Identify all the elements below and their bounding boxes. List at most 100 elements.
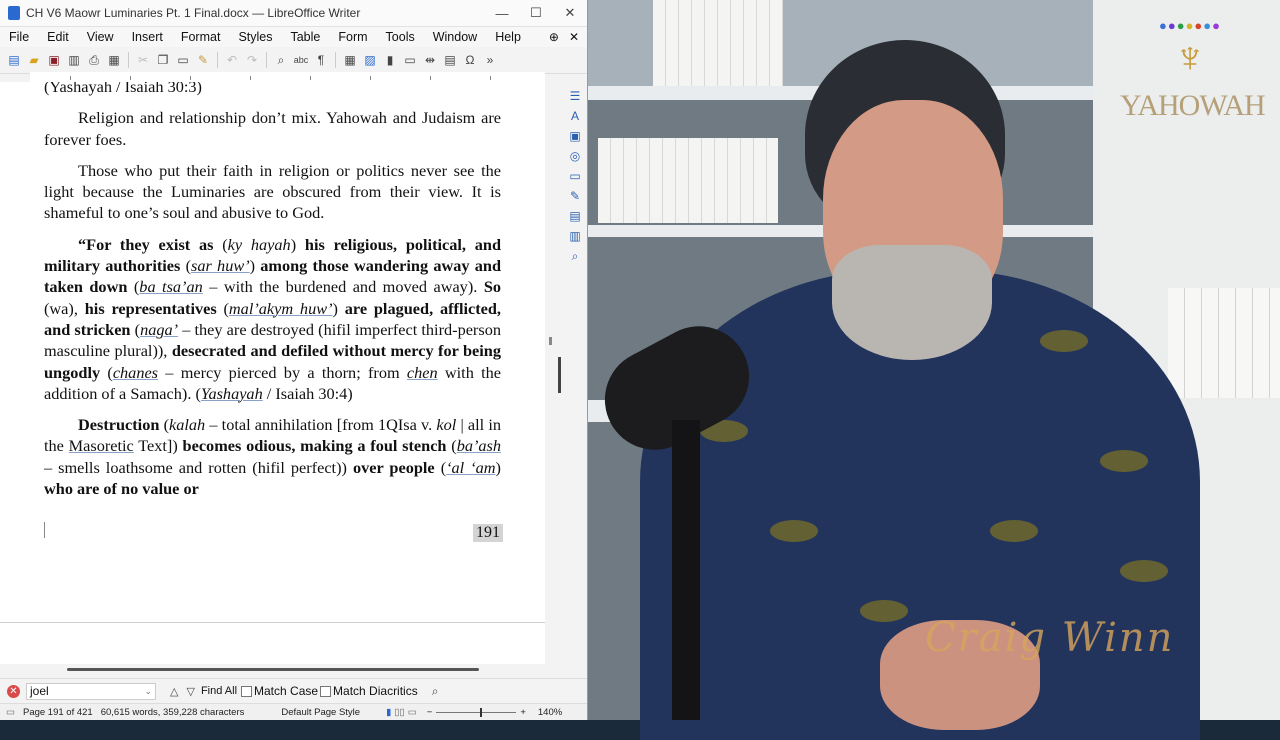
- book-view-icon[interactable]: ▭: [408, 707, 417, 718]
- zoom-level[interactable]: 140%: [538, 707, 562, 718]
- menu-tools[interactable]: Tools: [377, 30, 424, 44]
- globe-icon[interactable]: ⊕: [549, 30, 559, 44]
- hebrew-term: naga’: [140, 319, 179, 339]
- more-icon[interactable]: »: [482, 52, 498, 68]
- find-all-button[interactable]: Find All: [201, 685, 237, 697]
- standard-toolbar: ▤ ▰ ▣ ▥ ⎙ ▦ ✂ ❐ ▭ ✎ ↶ ↷ ⌕ abc ¶ ▦ ▨ ▮ ▭ …: [0, 47, 587, 74]
- horizontal-scroll-thumb[interactable]: [67, 668, 479, 671]
- properties-icon[interactable]: ☰: [567, 88, 583, 104]
- find-sidebar-icon[interactable]: ⌕: [567, 248, 583, 264]
- italic-run: kalah: [169, 415, 206, 435]
- maximize-button[interactable]: ☐: [519, 5, 553, 21]
- find-next-icon[interactable]: ▽: [186, 685, 194, 698]
- print-preview-icon[interactable]: ▦: [106, 52, 122, 68]
- toolbar-separator: [266, 52, 267, 68]
- page-style-status[interactable]: Default Page Style: [281, 707, 360, 718]
- menu-bar: File Edit View Insert Format Styles Tabl…: [0, 27, 587, 47]
- underlined-term: Masoretic: [68, 436, 134, 456]
- match-diacritics-checkbox[interactable]: [320, 685, 332, 697]
- menu-view[interactable]: View: [78, 30, 123, 44]
- toolbar-separator: [217, 52, 218, 68]
- print-icon[interactable]: ⎙: [86, 52, 102, 68]
- design-icon[interactable]: ▥: [567, 228, 583, 244]
- spelling-icon[interactable]: abc: [293, 52, 309, 68]
- styles-icon[interactable]: A: [567, 108, 583, 124]
- shirt-pattern: [1100, 450, 1148, 472]
- copy-icon[interactable]: ❐: [155, 52, 171, 68]
- table-icon[interactable]: ▦: [342, 52, 358, 68]
- field-icon[interactable]: ▤: [442, 52, 458, 68]
- menu-format[interactable]: Format: [172, 30, 230, 44]
- style-inspector-icon[interactable]: ✎: [567, 188, 583, 204]
- find-previous-icon[interactable]: △: [170, 685, 178, 698]
- text-cursor: [44, 522, 45, 538]
- manage-changes-icon[interactable]: ▤: [567, 208, 583, 224]
- shirt-pattern: [860, 600, 908, 622]
- save-icon[interactable]: ▣: [46, 52, 62, 68]
- find-input[interactable]: joel ⌄: [26, 682, 156, 700]
- new-icon[interactable]: ▤: [6, 52, 22, 68]
- hebrew-term: ba tsa’an: [139, 277, 203, 297]
- menu-window[interactable]: Window: [424, 30, 486, 44]
- zoom-out-icon[interactable]: −: [427, 707, 433, 718]
- navigator-icon[interactable]: ◎: [567, 148, 583, 164]
- paren: ): [332, 298, 338, 318]
- export-pdf-icon[interactable]: ▥: [66, 52, 82, 68]
- document-page[interactable]: (Yashayah / Isaiah 30:3) Religion and re…: [0, 82, 545, 622]
- menu-insert[interactable]: Insert: [123, 30, 172, 44]
- paste-icon[interactable]: ▭: [175, 52, 191, 68]
- logo-text: YAHOWAH: [1120, 89, 1266, 122]
- close-button[interactable]: ✕: [553, 5, 587, 21]
- vertical-scroll-thumb[interactable]: [558, 357, 561, 393]
- chevron-down-icon[interactable]: ⌄: [144, 686, 155, 697]
- textbox-icon[interactable]: ▭: [402, 52, 418, 68]
- find-replace-icon[interactable]: ⌕: [273, 52, 289, 68]
- chart-icon[interactable]: ▮: [382, 52, 398, 68]
- horizontal-scrollbar[interactable]: [0, 664, 560, 676]
- menu-styles[interactable]: Styles: [229, 30, 281, 44]
- page-status[interactable]: Page 191 of 421: [23, 707, 93, 718]
- zoom-slider[interactable]: [436, 708, 517, 717]
- menu-file[interactable]: File: [0, 30, 38, 44]
- formatting-marks-icon[interactable]: ¶: [313, 52, 329, 68]
- image-icon[interactable]: ▨: [362, 52, 378, 68]
- hebrew-term: sar huw’: [191, 256, 250, 276]
- ruler-tick: [490, 76, 491, 80]
- match-case-checkbox[interactable]: [241, 685, 253, 697]
- shirt-pattern: [1120, 560, 1168, 582]
- undo-icon[interactable]: ↶: [224, 52, 240, 68]
- redo-icon[interactable]: ↷: [244, 52, 260, 68]
- menu-table[interactable]: Table: [281, 30, 329, 44]
- page-break-icon[interactable]: ⇹: [422, 52, 438, 68]
- zoom-slider-thumb[interactable]: [480, 708, 483, 717]
- find-replace-dialog-icon[interactable]: ⌕: [432, 684, 439, 699]
- vertical-scrollbar[interactable]: [547, 82, 561, 664]
- close-find-icon[interactable]: ✕: [7, 684, 20, 698]
- special-char-icon[interactable]: Ω: [462, 52, 478, 68]
- menu-form[interactable]: Form: [329, 30, 376, 44]
- clone-icon[interactable]: ✎: [195, 52, 211, 68]
- document-area[interactable]: (Yashayah / Isaiah 30:3) Religion and re…: [0, 82, 545, 664]
- bold-run: who are of no value or: [44, 479, 199, 499]
- close-document-icon[interactable]: ✕: [569, 30, 579, 44]
- next-page-preview[interactable]: [0, 622, 545, 664]
- single-page-view-icon[interactable]: ▮: [386, 707, 391, 718]
- sidebar-deck: ☰ A ▣ ◎ ▭ ✎ ▤ ▥ ⌕: [563, 82, 587, 298]
- find-input-value: joel: [30, 684, 49, 698]
- page-text[interactable]: (Yashayah / Isaiah 30:3) Religion and re…: [44, 82, 501, 499]
- page-count-icon: ▭: [6, 707, 15, 718]
- shirt-pattern: [770, 520, 818, 542]
- hebrew-term: ‘al ‘am: [446, 457, 496, 477]
- page-icon[interactable]: ▭: [567, 168, 583, 184]
- gloss: – mercy pierced by a thorn; from: [165, 362, 400, 382]
- menu-help[interactable]: Help: [486, 30, 530, 44]
- minimize-button[interactable]: —: [485, 6, 519, 21]
- gallery-icon[interactable]: ▣: [567, 128, 583, 144]
- open-icon[interactable]: ▰: [26, 52, 42, 68]
- word-count-status[interactable]: 60,615 words, 359,228 characters: [101, 707, 245, 718]
- zoom-in-icon[interactable]: +: [520, 707, 526, 718]
- cut-icon[interactable]: ✂: [135, 52, 151, 68]
- title-bar: CH V6 Maowr Luminaries Pt. 1 Final.docx …: [0, 0, 587, 27]
- multi-page-view-icon[interactable]: ▯▯: [394, 707, 404, 718]
- menu-edit[interactable]: Edit: [38, 30, 78, 44]
